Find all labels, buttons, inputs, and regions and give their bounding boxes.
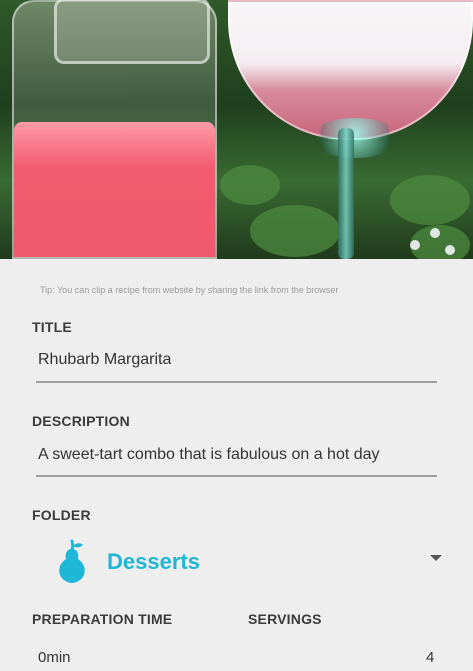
flower-shape (445, 245, 455, 255)
folder-label: FOLDER (32, 507, 91, 523)
prep-time-input[interactable]: 0min (38, 649, 71, 666)
description-underline (36, 475, 437, 477)
jar-illustration (12, 0, 217, 259)
pear-icon (59, 539, 85, 583)
foliage-shape (250, 205, 340, 257)
servings-label: SERVINGS (248, 611, 322, 627)
recipe-photo[interactable] (0, 0, 473, 259)
tip-text: Tip: You can clip a recipe from website … (40, 285, 339, 295)
description-label: DESCRIPTION (32, 413, 130, 429)
glass-stem (338, 128, 354, 259)
prep-time-label: PREPARATION TIME (32, 611, 173, 627)
title-label: TITLE (32, 319, 72, 335)
foliage-shape (220, 165, 280, 205)
jar-liquid (14, 122, 215, 257)
folder-value: Desserts (107, 549, 200, 574)
folder-dropdown[interactable]: Desserts (32, 537, 442, 585)
foliage-shape (390, 175, 470, 225)
servings-input[interactable]: 4 (426, 649, 434, 666)
flower-shape (410, 240, 420, 250)
glass-stem-top (310, 118, 400, 158)
recipe-edit-form: Tip: You can clip a recipe from website … (0, 259, 473, 671)
description-input[interactable]: A sweet-tart combo that is fabulous on a… (38, 446, 440, 464)
title-input[interactable]: Rhubarb Margarita (38, 351, 171, 369)
title-underline (36, 381, 437, 383)
chevron-down-icon (430, 555, 442, 561)
jar-neck (54, 0, 210, 64)
flower-shape (430, 228, 440, 238)
